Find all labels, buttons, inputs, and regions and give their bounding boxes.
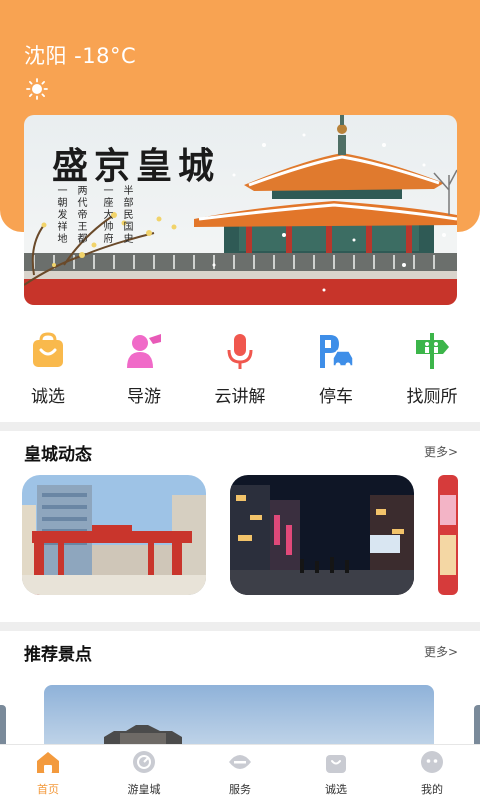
- tab-home[interactable]: 首页: [0, 745, 96, 800]
- news-card[interactable]: [230, 475, 414, 595]
- tab-shop[interactable]: 诚选: [288, 745, 384, 800]
- tab-profile[interactable]: 我的: [384, 745, 480, 800]
- quick-action-toilet-label: 找厕所: [406, 387, 458, 407]
- microphone-icon: [227, 334, 253, 369]
- parking-car-icon: [320, 335, 354, 368]
- banner-carousel[interactable]: 盛京皇城 一朝发祥地 两代帝王都 一座大帅府 半部民国史: [24, 115, 457, 305]
- tour-icon: [133, 751, 155, 773]
- quick-action-shop-label: 诚选: [31, 387, 65, 407]
- bottom-tab-bar: 首页 游皇城 服务 诚选 我的: [0, 744, 480, 800]
- tab-tour-label: 游皇城: [127, 783, 161, 796]
- news-card[interactable]: [22, 475, 206, 595]
- quick-actions: 诚选 导游 云讲解 停车 找厕所: [0, 320, 480, 420]
- quick-action-guide[interactable]: 导游: [96, 320, 192, 420]
- section-divider: [0, 622, 480, 631]
- guide-person-icon: [127, 334, 161, 368]
- quick-action-shop[interactable]: 诚选: [0, 320, 96, 420]
- tab-service[interactable]: 服务: [192, 745, 288, 800]
- service-icon: [229, 755, 251, 769]
- banner-slogan-2: 两代帝王都: [75, 185, 86, 245]
- quick-action-audio-guide[interactable]: 云讲解: [192, 320, 288, 420]
- tab-profile-label: 我的: [421, 783, 443, 796]
- news-card-image: [438, 475, 458, 595]
- toilet-sign-icon: [416, 333, 449, 369]
- banner-slogan-1: 一朝发祥地: [55, 185, 66, 245]
- section-divider: [0, 422, 480, 431]
- quick-action-parking-label: 停车: [319, 387, 353, 407]
- sun-icon: [26, 78, 48, 100]
- scenic-more-link[interactable]: 更多>: [424, 643, 458, 660]
- profile-icon: [421, 751, 443, 773]
- quick-action-parking[interactable]: 停车: [288, 320, 384, 420]
- shopping-bag-icon: [33, 332, 63, 367]
- news-card-image: [22, 475, 206, 595]
- scenic-section-title: 推荐景点: [24, 645, 92, 665]
- news-more-link[interactable]: 更多>: [424, 443, 458, 460]
- quick-action-guide-label: 导游: [127, 387, 161, 407]
- tab-tour[interactable]: 游皇城: [96, 745, 192, 800]
- tab-service-label: 服务: [229, 783, 251, 796]
- news-card-image: [230, 475, 414, 595]
- banner-title: 盛京皇城: [52, 145, 221, 187]
- quick-action-audio-guide-label: 云讲解: [214, 387, 266, 407]
- banner-slogan-3: 一座大帅府: [101, 185, 112, 245]
- quick-action-toilet[interactable]: 找厕所: [384, 320, 480, 420]
- news-section-title: 皇城动态: [24, 445, 92, 465]
- tab-home-label: 首页: [37, 783, 59, 796]
- tab-shop-label: 诚选: [325, 783, 347, 796]
- weather-location-temperature: 沈阳 -18°C: [24, 44, 137, 68]
- news-card[interactable]: [438, 475, 458, 595]
- home-icon: [37, 752, 59, 773]
- bag-icon: [326, 755, 346, 773]
- banner-slogan-4: 半部民国史: [121, 185, 132, 245]
